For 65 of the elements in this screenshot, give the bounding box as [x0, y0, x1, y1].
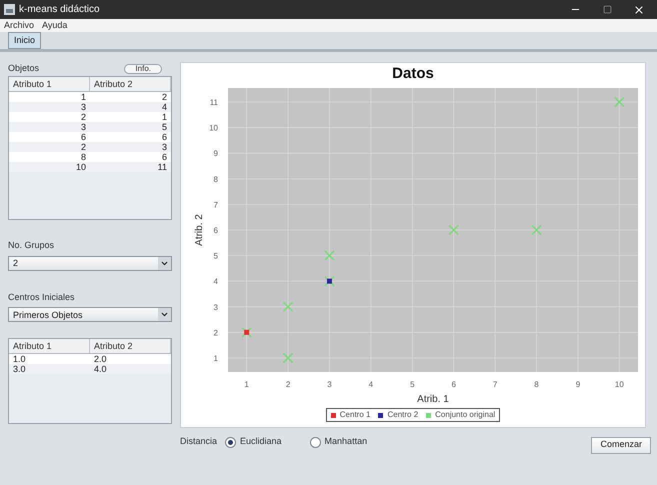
legend-label: Conjunto original	[435, 410, 496, 420]
column-header[interactable]: Atributo 2	[90, 339, 171, 353]
y-tick-label: 7	[214, 200, 218, 210]
x-axis-label: Atrib. 1	[417, 394, 449, 405]
table-cell-text: 2	[80, 112, 87, 122]
y-tick-label: 2	[214, 328, 218, 338]
y-tick-label: 9	[214, 149, 218, 158]
column-header[interactable]: Atributo 1	[9, 77, 90, 91]
x-tick-label: 1	[244, 380, 249, 389]
radio-option[interactable]: Manhattan	[310, 435, 368, 449]
y-tick-label: 8	[214, 174, 218, 184]
radio-option[interactable]: Euclidiana	[225, 435, 282, 449]
y-tick-label: 4	[214, 277, 218, 286]
y-tick-label: 11	[210, 98, 218, 108]
y-axis-label: Atrib. 2	[194, 214, 205, 246]
table-cell-text: 4.0	[93, 364, 108, 374]
table-cell-text: 1	[160, 112, 168, 122]
table-cell-text: 2	[80, 142, 87, 152]
section-label: No. Grupos	[8, 239, 56, 252]
table-cell-text: 3	[80, 122, 87, 132]
x-tick-label: 7	[492, 380, 498, 389]
distance-label: Distancia	[180, 435, 218, 448]
table-cell-text: 2	[160, 92, 168, 102]
section-label: Objetos	[8, 62, 40, 76]
x-tick-label: 6	[451, 380, 456, 389]
table-cell-text: 5	[160, 122, 168, 132]
table-cell-text: 3.0	[12, 364, 27, 374]
column-header[interactable]: Atributo 2	[90, 77, 171, 91]
table-cell-text: 6	[160, 132, 168, 142]
column-header[interactable]: Atributo 1	[9, 339, 90, 353]
dropdown[interactable]: 2	[8, 256, 172, 270]
menu-item[interactable]: Archivo	[4, 18, 34, 32]
x-tick-label: 4	[368, 380, 374, 389]
dropdown[interactable]: Primeros Objetos	[8, 307, 172, 322]
table-cell-text: 6	[160, 152, 168, 162]
table-cell-text: 1	[80, 92, 87, 102]
x-tick-label: 5	[410, 380, 415, 389]
x-tick-label: 9	[576, 380, 580, 389]
legend-label: Centro 2	[387, 410, 418, 420]
y-tick-label: 6	[214, 226, 218, 235]
info-button[interactable]: Info.	[124, 64, 162, 74]
table-cell-text: 3	[160, 142, 168, 152]
tab[interactable]: Inicio	[8, 32, 42, 49]
chart-title: Datos	[392, 64, 434, 84]
table-cell-text: 4	[160, 102, 168, 112]
table-cell-text: 2.0	[93, 354, 108, 364]
window-title: k-means didáctico	[19, 3, 100, 17]
table-cell-text: 11	[156, 162, 168, 172]
y-tick-label: 1	[214, 354, 218, 363]
y-tick-label: 5	[214, 252, 218, 261]
table-cell-text: 6	[80, 132, 87, 142]
start-button[interactable]: Comenzar	[591, 436, 651, 454]
x-tick-label: 3	[327, 380, 332, 389]
table-cell-text: 10	[74, 162, 87, 172]
y-tick-label: 10	[209, 124, 218, 133]
legend-label: Centro 1	[340, 410, 370, 420]
x-tick-label: 8	[534, 380, 539, 389]
x-tick-label: 2	[286, 380, 290, 389]
table-cell-text: 1.0	[12, 354, 27, 364]
menu-item[interactable]: Ayuda	[42, 18, 68, 32]
y-tick-label: 3	[214, 302, 218, 312]
table-cell-text: 3	[80, 102, 87, 112]
section-label: Centros Iniciales	[8, 290, 76, 304]
x-tick-label: 10	[614, 380, 624, 389]
table-cell-text: 8	[80, 152, 87, 162]
